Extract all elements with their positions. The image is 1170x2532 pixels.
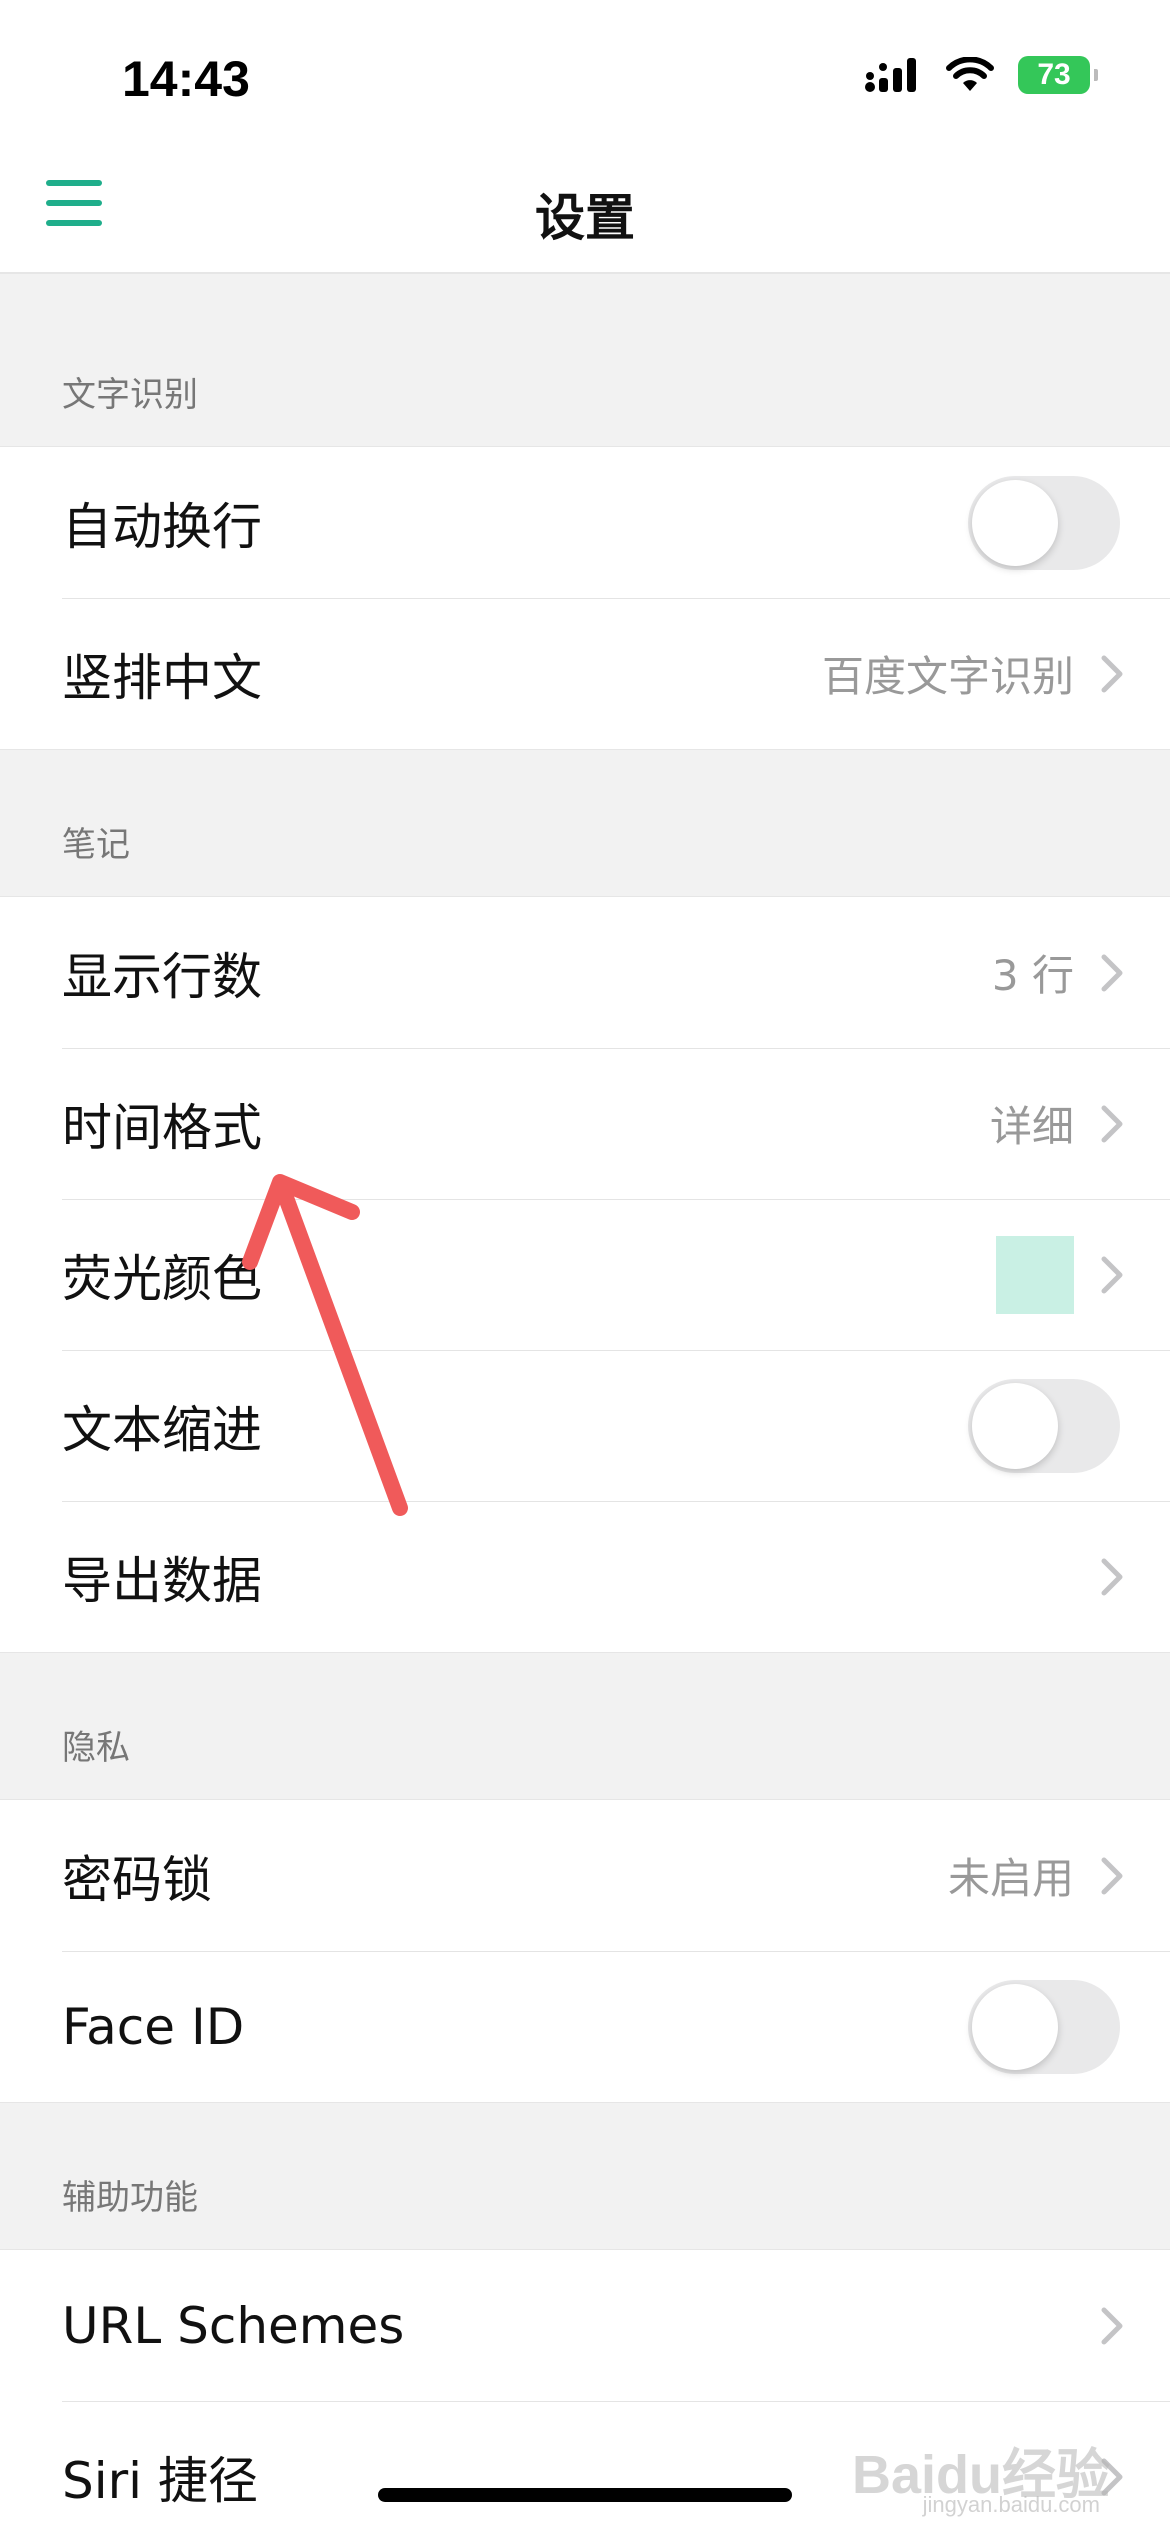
setting-highlight-color[interactable]: 荧光颜色: [0, 1199, 1170, 1350]
section-header-notes: 笔记: [62, 825, 130, 865]
setting-value: 百度文字识别: [821, 652, 1074, 701]
setting-auto-wrap: 自动换行: [0, 447, 1170, 598]
text-indent-toggle[interactable]: [968, 1378, 1120, 1473]
setting-value: 未启用: [947, 1854, 1074, 1903]
toggle-knob: [972, 479, 1058, 566]
chevron-right-icon: [1101, 1256, 1123, 1293]
chevron-right-icon: [1101, 1857, 1123, 1894]
setting-label: 自动换行: [62, 497, 262, 556]
chevron-right-icon: [1101, 2307, 1123, 2344]
highlight-color-swatch: [996, 1235, 1074, 1314]
setting-value: 详细: [989, 1102, 1074, 1151]
setting-export-data[interactable]: 导出数据: [0, 1501, 1170, 1652]
battery-icon: 73: [1018, 56, 1098, 94]
toggle-knob: [972, 1382, 1058, 1469]
toggle-knob: [972, 1983, 1058, 2070]
setting-text-indent: 文本缩进: [0, 1350, 1170, 1501]
baidu-watermark-url: jingyan.baidu.com: [922, 2492, 1100, 2517]
setting-label: Siri 捷径: [62, 2451, 258, 2510]
chevron-right-icon: [1101, 655, 1123, 692]
setting-label: 时间格式: [62, 1098, 262, 1157]
settings-list: 文字识别 自动换行 竖排中文 百度文字识别 笔记 显示行数 3 行 时间格式 详…: [0, 300, 1170, 2532]
page-title: 设置: [535, 189, 635, 247]
chevron-right-icon: [1101, 1558, 1123, 1595]
setting-label: 显示行数: [62, 947, 262, 1006]
status-time: 14:43: [122, 51, 250, 107]
settings-group-ocr: 自动换行 竖排中文 百度文字识别: [0, 446, 1170, 750]
setting-label: 竖排中文: [62, 648, 262, 707]
setting-label: 密码锁: [62, 1850, 212, 1909]
status-icons: 73: [864, 56, 1098, 94]
home-indicator[interactable]: [378, 2488, 792, 2502]
setting-url-schemes[interactable]: URL Schemes: [0, 2250, 1170, 2401]
chevron-right-icon: [1101, 954, 1123, 991]
setting-value: 3 行: [991, 951, 1074, 1000]
face-id-toggle[interactable]: [968, 1979, 1120, 2074]
setting-vertical-chinese[interactable]: 竖排中文 百度文字识别: [0, 598, 1170, 749]
setting-label: URL Schemes: [62, 2296, 405, 2355]
setting-face-id: Face ID: [0, 1951, 1170, 2102]
settings-group-notes: 显示行数 3 行 时间格式 详细 荧光颜色 文本缩进 导出数据: [0, 896, 1170, 1653]
wifi-icon: [946, 57, 994, 91]
section-header-accessibility: 辅助功能: [62, 2178, 198, 2218]
section-header-privacy: 隐私: [62, 1728, 130, 1768]
setting-label: 导出数据: [62, 1551, 262, 1610]
setting-label: Face ID: [62, 1997, 245, 2056]
cellular-signal-icon: [865, 58, 916, 92]
setting-time-format[interactable]: 时间格式 详细: [0, 1048, 1170, 1199]
status-bar: 14:43 73: [0, 0, 1170, 140]
settings-group-privacy: 密码锁 未启用 Face ID: [0, 1799, 1170, 2103]
section-header-ocr: 文字识别: [62, 375, 198, 415]
navigation-bar: 设置: [0, 140, 1170, 274]
auto-wrap-toggle[interactable]: [968, 475, 1120, 570]
setting-label: 文本缩进: [62, 1400, 262, 1459]
chevron-right-icon: [1101, 1105, 1123, 1142]
battery-level: 73: [1037, 58, 1071, 91]
setting-label: 荧光颜色: [62, 1249, 262, 1308]
setting-display-lines[interactable]: 显示行数 3 行: [0, 897, 1170, 1048]
setting-passcode[interactable]: 密码锁 未启用: [0, 1800, 1170, 1951]
